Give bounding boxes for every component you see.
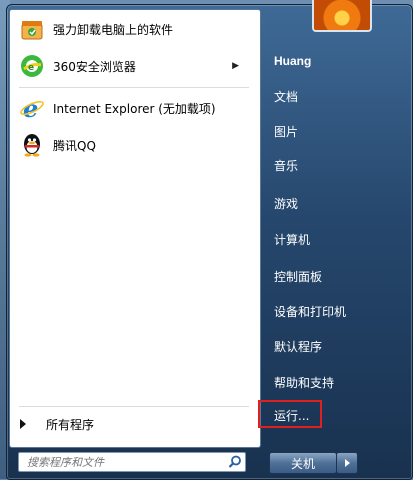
triangle-right-icon: [344, 459, 350, 467]
svg-text:e: e: [28, 63, 34, 73]
right-item-default-programs[interactable]: 默认程序: [269, 334, 402, 358]
menu-separator: [19, 406, 249, 407]
program-item-internet-explorer[interactable]: e Internet Explorer (无加载项): [19, 91, 249, 125]
internet-explorer-icon: e: [19, 94, 45, 123]
right-item-control-panel[interactable]: 控制面板: [269, 264, 402, 288]
search-input[interactable]: [19, 454, 225, 470]
program-item-label: 360安全浏览器: [53, 59, 136, 74]
shutdown-options-button[interactable]: [336, 452, 358, 474]
program-item-360-browser[interactable]: e 360安全浏览器 ▶: [19, 49, 249, 83]
right-item-documents[interactable]: 文档: [269, 84, 402, 108]
uninstall-box-icon: [19, 16, 45, 42]
shutdown-button[interactable]: 关机: [269, 452, 337, 474]
triangle-right-icon: [20, 419, 26, 429]
360-browser-icon: e: [19, 53, 45, 79]
highlight-box: [258, 400, 322, 428]
program-item-label: 强力卸载电脑上的软件: [53, 22, 174, 37]
user-avatar[interactable]: [312, 0, 372, 32]
right-item-user[interactable]: Huang: [269, 49, 402, 73]
all-programs-button[interactable]: 所有程序: [12, 413, 242, 435]
right-item-music[interactable]: 音乐: [269, 153, 402, 177]
program-item-uninstaller[interactable]: 强力卸载电脑上的软件: [19, 12, 249, 46]
search-icon[interactable]: [225, 454, 245, 470]
right-item-games[interactable]: 游戏: [269, 191, 402, 215]
submenu-arrow-icon[interactable]: ▶: [232, 61, 239, 71]
search-box[interactable]: [18, 452, 246, 472]
all-programs-label: 所有程序: [46, 417, 95, 432]
program-item-tencent-qq[interactable]: 腾讯QQ: [19, 128, 249, 162]
program-item-label: 腾讯QQ: [53, 138, 96, 153]
right-item-help-support[interactable]: 帮助和支持: [269, 370, 402, 394]
menu-separator: [19, 87, 249, 88]
right-item-devices-printers[interactable]: 设备和打印机: [269, 299, 402, 323]
qq-penguin-icon: [19, 132, 45, 158]
right-item-pictures[interactable]: 图片: [269, 119, 402, 143]
program-item-label: Internet Explorer (无加载项): [53, 101, 216, 116]
right-item-computer[interactable]: 计算机: [269, 227, 402, 251]
